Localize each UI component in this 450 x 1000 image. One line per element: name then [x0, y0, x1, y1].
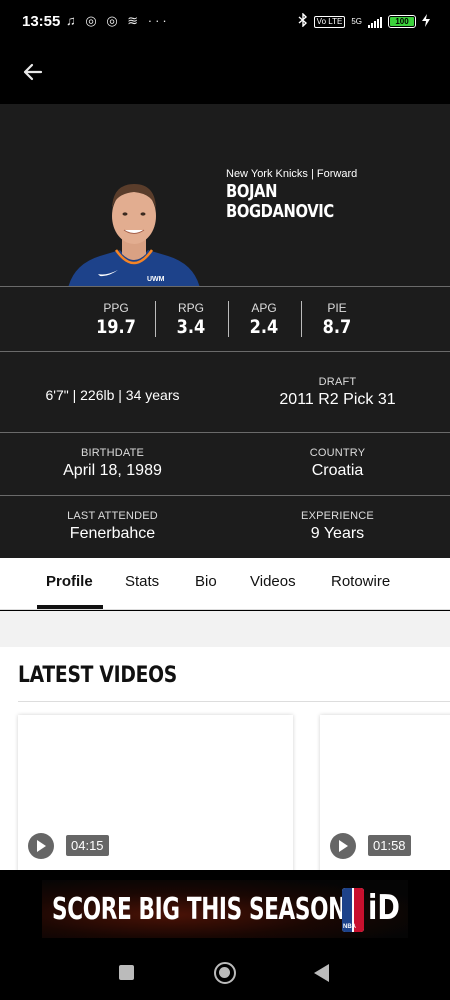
- stat-label: PPG: [103, 301, 129, 315]
- tab-bio[interactable]: Bio: [195, 573, 217, 590]
- stat-label: RPG: [177, 301, 204, 315]
- info-row-career: LAST ATTENDED Fenerbahce EXPERIENCE 9 Ye…: [0, 496, 450, 558]
- system-nav-bar: [0, 940, 450, 1000]
- stat-value: 3.4: [176, 316, 206, 338]
- bluetooth-icon: [298, 12, 308, 30]
- video-duration: 04:15: [66, 835, 109, 856]
- app-bar: [0, 44, 450, 104]
- profile-tabs: Profile Stats Bio Videos Rotowire: [0, 558, 450, 610]
- tab-videos[interactable]: Videos: [250, 573, 296, 590]
- ad-logo-text: iD: [368, 888, 400, 928]
- birthdate-label: BIRTHDATE: [80, 447, 145, 459]
- player-last-name: BOGDANOVIC: [226, 201, 334, 222]
- tab-rotowire[interactable]: Rotowire: [331, 573, 390, 590]
- video-card[interactable]: 04:15: [18, 715, 293, 870]
- stat-pie: PIE 8.7: [302, 301, 372, 338]
- system-icons: Vo LTE 5G 100: [298, 12, 430, 30]
- latest-videos-section: LATEST VIDEOS 04:15 01:58: [0, 647, 450, 870]
- info-row-physical: 6'7" | 226lb | 34 years DRAFT 2011 R2 Pi…: [0, 352, 450, 432]
- recents-icon[interactable]: [119, 965, 134, 980]
- stat-label: PIE: [327, 301, 347, 315]
- video-duration: 01:58: [368, 835, 411, 856]
- team-position: New York Knicks | Forward: [226, 168, 358, 180]
- ad-creative[interactable]: SCORE BIG THIS SEASON NBA iD: [42, 880, 408, 938]
- experience-info: EXPERIENCE 9 Years: [225, 510, 450, 543]
- draft-label: DRAFT: [318, 376, 357, 388]
- player-name: BOJAN BOGDANOVIC: [226, 182, 334, 222]
- active-tab-indicator: [37, 605, 103, 609]
- nba-logo-text: NBA: [343, 924, 356, 930]
- home-icon[interactable]: [214, 962, 236, 984]
- signal-icon: [368, 16, 382, 28]
- experience-value: 9 Years: [310, 525, 365, 542]
- last-attended-value: Fenerbahce: [69, 525, 156, 542]
- draft-value: 2011 R2 Pick 31: [279, 391, 396, 408]
- country-label: COUNTRY: [309, 447, 366, 459]
- charging-icon: [422, 13, 430, 30]
- country-info: COUNTRY Croatia: [225, 447, 450, 480]
- country-value: Croatia: [311, 462, 364, 479]
- experience-label: EXPERIENCE: [301, 510, 374, 522]
- play-icon[interactable]: [330, 833, 356, 859]
- arrow-left-icon[interactable]: [20, 59, 46, 85]
- back-triangle-icon[interactable]: [314, 964, 329, 982]
- stat-ppg: PPG 19.7: [81, 301, 151, 338]
- section-title: LATEST VIDEOS: [18, 663, 177, 688]
- ad-text: SCORE BIG THIS SEASON: [52, 892, 346, 927]
- player-headshot: [68, 184, 200, 286]
- status-time: 13:55: [22, 13, 61, 30]
- stat-apg: APG 2.4: [229, 301, 299, 338]
- last-attended-label: LAST ATTENDED: [67, 510, 158, 522]
- nba-logo-icon: NBA: [342, 888, 364, 932]
- stat-rpg: RPG 3.4: [156, 301, 226, 338]
- section-gap: [0, 611, 450, 647]
- status-bar: 13:55 ♫ ◎ ◎ ≋ ··· Vo LTE 5G 100: [0, 0, 450, 44]
- notification-icons: ♫ ◎ ◎ ≋ ···: [66, 13, 170, 28]
- stats-strip: PPG 19.7 RPG 3.4 APG 2.4 PIE 8.7: [0, 287, 450, 351]
- stat-label: APG: [251, 301, 277, 315]
- tab-profile[interactable]: Profile: [46, 573, 93, 590]
- info-row-birth: BIRTHDATE April 18, 1989 COUNTRY Croatia: [0, 433, 450, 495]
- battery-icon: 100: [388, 15, 416, 28]
- last-attended-info: LAST ATTENDED Fenerbahce: [0, 510, 225, 543]
- birthdate-info: BIRTHDATE April 18, 1989: [0, 447, 225, 480]
- player-first-name: BOJAN: [226, 181, 278, 202]
- stat-value: 8.7: [322, 316, 352, 338]
- player-hero: UWM New York Knicks | Forward BOJAN BOGD…: [0, 104, 450, 286]
- physical-value: 6'7" | 226lb | 34 years: [45, 387, 180, 403]
- volte-icon: Vo LTE: [313, 15, 346, 28]
- draft-info: DRAFT 2011 R2 Pick 31: [225, 376, 450, 409]
- tab-stats[interactable]: Stats: [125, 573, 159, 590]
- battery-level: 100: [395, 17, 409, 26]
- play-icon[interactable]: [28, 833, 54, 859]
- video-card[interactable]: 01:58: [320, 715, 450, 870]
- stat-value: 2.4: [249, 316, 279, 338]
- jersey-sponsor: UWM: [147, 276, 165, 283]
- ad-banner[interactable]: SCORE BIG THIS SEASON NBA iD: [0, 870, 450, 940]
- birthdate-value: April 18, 1989: [63, 462, 162, 479]
- stat-value: 19.7: [96, 316, 136, 338]
- physical-info: 6'7" | 226lb | 34 years: [0, 384, 225, 403]
- divider: [18, 701, 450, 702]
- network-type: 5G: [351, 17, 362, 26]
